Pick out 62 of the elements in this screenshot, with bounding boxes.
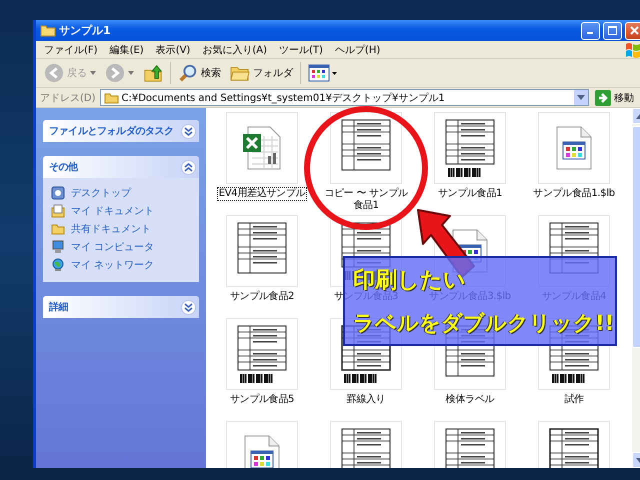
flag-logo-icon	[624, 42, 640, 58]
file-thumbnail[interactable]	[330, 112, 402, 184]
maximize-icon	[608, 26, 617, 35]
maximize-button[interactable]	[603, 22, 622, 40]
file-name[interactable]: EV4用差込サンプル	[216, 187, 308, 201]
menu-item[interactable]: お気に入り(A)	[196, 42, 273, 56]
file-thumbnail[interactable]	[434, 112, 506, 184]
spreadsheet-file-icon	[242, 126, 282, 170]
computer-icon	[51, 240, 65, 254]
menu-item[interactable]: 表示(V)	[150, 42, 196, 56]
window-title: サンプル1	[59, 23, 111, 38]
file-name[interactable]: 検体ラベル	[444, 393, 496, 407]
document-file-icon	[556, 126, 592, 170]
folder-icon	[51, 223, 65, 235]
panel-header[interactable]: その他	[43, 156, 199, 178]
document-folder-icon	[51, 204, 65, 218]
folders-button[interactable]: フォルダ	[228, 62, 295, 84]
address-label: アドレス(D)	[40, 92, 96, 104]
network-globe-icon	[51, 258, 65, 272]
menu-item[interactable]: ヘルプ(H)	[328, 42, 386, 56]
file-thumbnail[interactable]	[538, 112, 610, 184]
menu-item[interactable]: 編集(E)	[104, 42, 150, 56]
folder-icon	[104, 92, 119, 104]
file-name[interactable]: 罫線入り	[344, 393, 388, 407]
file-name[interactable]: サンプル食品2	[228, 290, 296, 304]
address-field[interactable]: C:¥Documents and Settings¥t_system01¥デスクトップ¥サンプル1	[100, 89, 589, 106]
expand-chevron-icon	[181, 300, 196, 314]
panel-header[interactable]: 詳細	[43, 296, 199, 318]
desktop-icon	[51, 186, 65, 200]
file-name[interactable]: サンプル食品5	[228, 393, 296, 407]
callout-text: ラベルをダブルクリック!!	[353, 310, 609, 337]
search-button[interactable]: 検索	[176, 61, 223, 85]
caret-icon	[128, 71, 134, 75]
callout-text: 印刷したい	[353, 267, 466, 293]
task-link[interactable]: 共有ドキュメント	[71, 222, 151, 236]
minimize-button[interactable]	[581, 22, 600, 40]
task-link[interactable]: マイ ネットワーク	[71, 258, 154, 272]
file-name[interactable]: コピー 〜 サンプル食品1	[318, 187, 414, 213]
go-arrow-icon	[595, 90, 611, 106]
folder-icon	[230, 64, 250, 82]
collapse-chevron-icon	[181, 160, 196, 174]
caret-icon	[90, 71, 96, 75]
task-link[interactable]: マイ ドキュメント	[71, 204, 154, 218]
folder-icon	[40, 24, 56, 37]
menu-item[interactable]: ファイル(F)	[38, 42, 104, 56]
close-button[interactable]	[625, 22, 640, 40]
close-icon	[630, 26, 639, 35]
file-name[interactable]: サンプル食品1.$lb	[531, 187, 617, 201]
go-button[interactable]: 移動	[593, 90, 636, 106]
menu-item[interactable]: ツール(T)	[273, 42, 329, 56]
search-icon	[178, 63, 198, 83]
task-link[interactable]: マイ コンピュータ	[71, 240, 154, 254]
task-link[interactable]: デスクトップ	[71, 186, 131, 200]
file-thumbnail[interactable]	[226, 215, 298, 287]
file-thumbnail[interactable]	[226, 112, 298, 184]
file-thumbnail[interactable]	[226, 318, 298, 390]
folder-up-icon	[143, 63, 163, 83]
expand-chevron-icon	[181, 124, 196, 138]
file-name[interactable]: 試作	[562, 393, 586, 407]
panel-header[interactable]: ファイルとフォルダのタスク	[43, 120, 199, 142]
views-grid-icon	[308, 63, 338, 83]
file-name[interactable]: サンプル食品1	[436, 187, 504, 201]
